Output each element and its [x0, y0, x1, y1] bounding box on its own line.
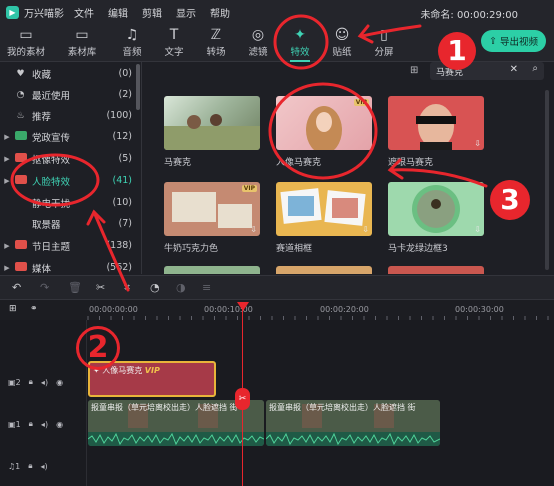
- annotation-arrow-2: [92, 210, 130, 292]
- annotation-number-2: 2: [76, 326, 120, 370]
- annotation-overlay: [10, 14, 488, 292]
- annotation-circle-face-effects: [10, 153, 100, 207]
- annotation-number-1: 1: [438, 32, 476, 70]
- annotation-circle-effects-tab: [273, 14, 329, 70]
- annotation-arrow-3: [390, 168, 488, 188]
- annotation-number-3: 3: [490, 180, 530, 220]
- annotation-circle-portrait-mosaic: [268, 82, 378, 180]
- annotation-arrow-1: [360, 24, 422, 38]
- editor-window: ▶ 万兴喵影 文件 编辑 剪辑 显示 帮助 未命名: 00:00:29:00 ▭…: [0, 0, 554, 486]
